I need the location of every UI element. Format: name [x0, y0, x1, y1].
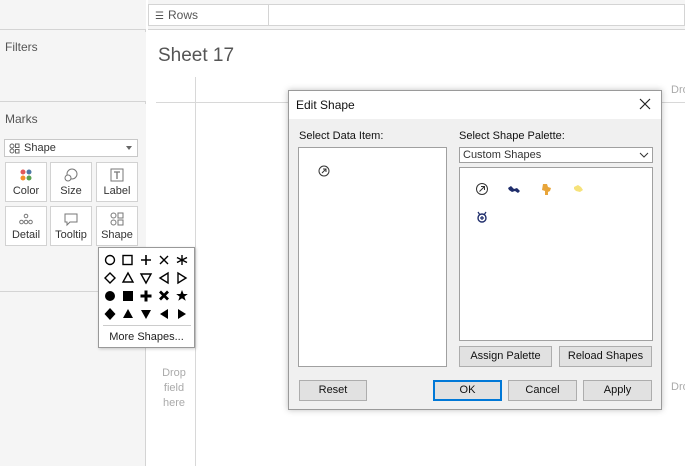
shape-icon	[110, 212, 124, 226]
shape-option[interactable]	[104, 272, 116, 284]
shape-option[interactable]	[176, 255, 188, 265]
detail-button[interactable]: Detail	[5, 206, 47, 246]
chevron-down-icon	[639, 152, 649, 158]
shape-option[interactable]	[122, 254, 133, 266]
size-button-label: Size	[60, 185, 82, 197]
rows-label-text: Rows	[168, 8, 199, 22]
shape-option[interactable]	[159, 255, 169, 265]
drop-field-hint[interactable]: Drop field here	[158, 366, 190, 411]
rows-drop-zone[interactable]	[269, 4, 685, 26]
shape-button-label: Shape	[101, 229, 133, 241]
color-button-label: Color	[12, 185, 40, 197]
shape-option[interactable]	[160, 309, 168, 319]
edit-shape-dialog: Edit Shape Select Data Item: Select Shap…	[288, 90, 662, 410]
light-yellow-figure-shape-icon[interactable]	[571, 182, 585, 196]
shape-option[interactable]	[139, 273, 153, 285]
shape-grid	[104, 254, 188, 320]
rows-shelf: ☰ Rows	[148, 0, 685, 30]
drop-field-hint-top-right[interactable]: Dro	[671, 84, 685, 96]
select-data-item-label: Select Data Item:	[299, 130, 384, 142]
color-dots-icon	[20, 169, 32, 181]
label-t-icon	[110, 168, 124, 182]
shape-icon	[9, 143, 20, 153]
label-button[interactable]: Label	[96, 162, 138, 202]
shape-palette-grid	[459, 167, 653, 341]
shape-option[interactable]	[141, 310, 151, 319]
apply-button[interactable]: Apply	[583, 380, 652, 401]
shape-palette-dropdown[interactable]: Custom Shapes	[459, 147, 653, 163]
sheet-title[interactable]: Sheet 17	[158, 45, 234, 67]
rows-list-icon: ☰	[155, 11, 164, 22]
assign-palette-button[interactable]: Assign Palette	[459, 346, 552, 367]
cancel-button[interactable]: Cancel	[508, 380, 577, 401]
size-icon	[64, 168, 78, 182]
more-shapes-link[interactable]: More Shapes...	[99, 331, 194, 343]
shape-option[interactable]	[123, 291, 133, 301]
tooltip-button[interactable]: Tooltip	[50, 206, 92, 246]
shape-option[interactable]	[141, 255, 151, 265]
dialog-title: Edit Shape	[296, 98, 355, 112]
mark-type-dropdown[interactable]: Shape	[4, 139, 138, 157]
shape-option[interactable]	[178, 309, 186, 319]
shape-picker-popup: More Shapes...	[98, 247, 195, 348]
tooltip-bubble-icon	[64, 213, 78, 227]
shape-option[interactable]	[104, 308, 116, 320]
palette-selected-value: Custom Shapes	[463, 149, 542, 161]
shape-option[interactable]	[121, 271, 135, 283]
shape-option[interactable]	[140, 290, 152, 302]
shape-option[interactable]	[176, 290, 188, 301]
label-button-label: Label	[103, 185, 131, 197]
divider	[195, 77, 196, 466]
reset-button[interactable]: Reset	[299, 380, 367, 401]
left-side-panel: Filters Marks Shape Color Size Label Det…	[0, 0, 146, 466]
data-item-shape-icon[interactable]	[318, 165, 330, 177]
shape-option[interactable]	[123, 309, 133, 318]
left-top-card	[0, 0, 146, 30]
shape-button[interactable]: Shape	[96, 206, 138, 246]
mark-type-label: Shape	[24, 142, 56, 154]
gold-figure-shape-icon[interactable]	[539, 182, 553, 196]
arrow-circle-shape-icon[interactable]	[475, 182, 489, 196]
detail-button-label: Detail	[11, 229, 41, 241]
shape-option[interactable]	[159, 290, 169, 301]
reload-shapes-button[interactable]: Reload Shapes	[559, 346, 652, 367]
ok-button[interactable]: OK	[433, 380, 502, 401]
divider	[103, 325, 191, 326]
filters-card[interactable]: Filters	[0, 32, 146, 102]
dialog-titlebar[interactable]: Edit Shape	[289, 91, 661, 119]
size-button[interactable]: Size	[50, 162, 92, 202]
drop-field-hint-bottom-right[interactable]: Dro	[671, 381, 685, 393]
marks-title: Marks	[5, 112, 38, 126]
rows-shelf-label: ☰ Rows	[148, 4, 269, 26]
shape-option[interactable]	[105, 291, 115, 301]
shape-option[interactable]	[177, 271, 188, 285]
select-palette-label: Select Shape Palette:	[459, 130, 565, 142]
chevron-down-icon	[126, 146, 132, 150]
tooltip-button-label: Tooltip	[55, 229, 87, 241]
close-icon[interactable]	[637, 96, 653, 112]
shape-option[interactable]	[158, 271, 169, 285]
navy-figure-shape-icon[interactable]	[507, 182, 521, 196]
navy-gear-shape-icon[interactable]	[475, 210, 489, 224]
detail-dots-icon	[19, 213, 33, 225]
filters-title: Filters	[5, 40, 38, 54]
data-item-list[interactable]	[298, 147, 447, 367]
shape-option[interactable]	[104, 254, 116, 266]
color-button[interactable]: Color	[5, 162, 47, 202]
